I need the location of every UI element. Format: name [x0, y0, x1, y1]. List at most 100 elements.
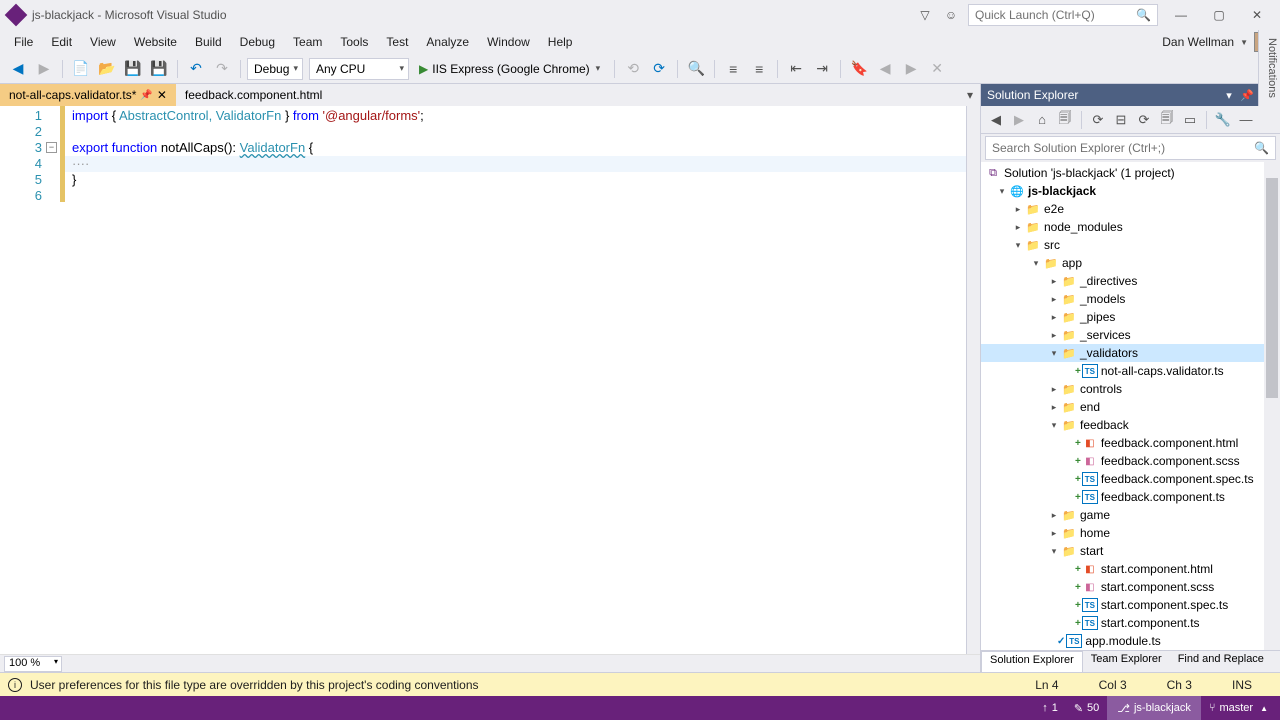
folder-directives[interactable]: ▸📁_directives — [981, 272, 1280, 290]
menu-tools[interactable]: Tools — [332, 32, 376, 52]
se-refresh-button[interactable]: ⟳ — [1087, 109, 1109, 131]
folder-e2e[interactable]: ▸📁e2e — [981, 200, 1280, 218]
folder-controls[interactable]: ▸📁controls — [981, 380, 1280, 398]
folder-feedback[interactable]: ▾📁feedback — [981, 416, 1280, 434]
se-forward-button[interactable]: ▶ — [1008, 109, 1030, 131]
refresh-button[interactable]: ⟳ — [647, 57, 671, 81]
panel-pin-button[interactable]: 📌 — [1238, 86, 1256, 104]
chevron-down-icon[interactable]: ▼ — [1240, 38, 1252, 47]
start-debug-button[interactable]: ▶ IIS Express (Google Chrome) — [411, 62, 608, 76]
outline-toggle-icon[interactable]: − — [46, 142, 57, 153]
folder-start[interactable]: ▾📁start — [981, 542, 1280, 560]
folder-end[interactable]: ▸📁end — [981, 398, 1280, 416]
menu-help[interactable]: Help — [540, 32, 581, 52]
expander-icon[interactable]: ▾ — [995, 186, 1009, 197]
file-feedback-ts[interactable]: +TSfeedback.component.ts — [981, 488, 1280, 506]
tab-find-replace[interactable]: Find and Replace — [1170, 651, 1272, 672]
tab-team-explorer[interactable]: Team Explorer — [1083, 651, 1170, 672]
se-show-all-button[interactable]: ⟳ — [1133, 109, 1155, 131]
user-name[interactable]: Dan Wellman — [1162, 35, 1238, 49]
tree-scrollbar[interactable] — [1264, 162, 1280, 650]
folder-pipes[interactable]: ▸📁_pipes — [981, 308, 1280, 326]
se-sync-button[interactable]: 🗐 — [1054, 109, 1076, 131]
panel-dropdown-button[interactable]: ▾ — [1220, 86, 1238, 104]
menu-debug[interactable]: Debug — [232, 32, 283, 52]
close-tab-icon[interactable]: ✕ — [157, 88, 167, 102]
save-all-button[interactable]: 💾 — [147, 57, 171, 81]
quick-launch-input[interactable]: Quick Launch (Ctrl+Q) 🔍 — [968, 4, 1158, 26]
indent-button[interactable]: ⇥ — [810, 57, 834, 81]
nav-forward-button[interactable]: ▶ — [32, 57, 56, 81]
tabs-overflow-button[interactable]: ▾ — [960, 84, 980, 106]
solution-explorer-search[interactable]: Search Solution Explorer (Ctrl+;) 🔍 — [985, 136, 1276, 160]
file-validator-ts[interactable]: +TSnot-all-caps.validator.ts — [981, 362, 1280, 380]
se-collapse-button[interactable]: ⊟ — [1110, 109, 1132, 131]
pin-icon[interactable]: 📌 — [140, 90, 152, 101]
code-area[interactable]: import { AbstractControl, ValidatorFn } … — [60, 106, 966, 654]
git-branch[interactable]: ⑂master▲ — [1201, 702, 1276, 714]
find-button[interactable]: 🔍 — [684, 57, 708, 81]
prev-bookmark-button[interactable]: ◀ — [873, 57, 897, 81]
new-project-button[interactable]: 📄 — [69, 57, 93, 81]
save-button[interactable]: 💾 — [121, 57, 145, 81]
editor-split-bar[interactable] — [966, 106, 980, 654]
menu-edit[interactable]: Edit — [43, 32, 80, 52]
se-copy-button[interactable]: 🗐 — [1156, 109, 1178, 131]
se-back-button[interactable]: ◀ — [985, 109, 1007, 131]
menu-view[interactable]: View — [82, 32, 124, 52]
minimize-button[interactable]: — — [1166, 4, 1196, 26]
next-bookmark-button[interactable]: ▶ — [899, 57, 923, 81]
menu-team[interactable]: Team — [285, 32, 330, 52]
solution-explorer-title-bar[interactable]: Solution Explorer ▾ 📌 ✕ — [981, 84, 1280, 106]
menu-file[interactable]: File — [6, 32, 41, 52]
file-feedback-html[interactable]: +◧feedback.component.html — [981, 434, 1280, 452]
folder-services[interactable]: ▸📁_services — [981, 326, 1280, 344]
solution-tree[interactable]: ⧉Solution 'js-blackjack' (1 project) ▾🌐j… — [981, 162, 1280, 650]
file-feedback-spec[interactable]: +TSfeedback.component.spec.ts — [981, 470, 1280, 488]
bookmark-button[interactable]: 🔖 — [847, 57, 871, 81]
menu-website[interactable]: Website — [126, 32, 185, 52]
file-app-module[interactable]: ✓TSapp.module.ts — [981, 632, 1280, 650]
zoom-dropdown[interactable]: 100 % — [4, 656, 62, 672]
menu-build[interactable]: Build — [187, 32, 230, 52]
tab-validator-ts[interactable]: not-all-caps.validator.ts* 📌 ✕ — [0, 84, 176, 106]
git-unpushed[interactable]: ↑1 — [1034, 702, 1066, 714]
folder-models[interactable]: ▸📁_models — [981, 290, 1280, 308]
menu-window[interactable]: Window — [479, 32, 538, 52]
se-properties-button[interactable]: 🔧 — [1212, 109, 1234, 131]
folder-app[interactable]: ▾📁app — [981, 254, 1280, 272]
maximize-button[interactable]: ▢ — [1204, 4, 1234, 26]
file-start-ts[interactable]: +TSstart.component.ts — [981, 614, 1280, 632]
project-node[interactable]: ▾🌐js-blackjack — [981, 182, 1280, 200]
nav-back-button[interactable]: ◀ — [6, 57, 30, 81]
git-repo[interactable]: ⎇js-blackjack — [1107, 696, 1201, 720]
tab-solution-explorer[interactable]: Solution Explorer — [981, 651, 1083, 672]
folder-game[interactable]: ▸📁game — [981, 506, 1280, 524]
redo-button[interactable]: ↷ — [210, 57, 234, 81]
close-button[interactable]: ✕ — [1242, 4, 1272, 26]
undo-button[interactable]: ↶ — [184, 57, 208, 81]
folder-validators[interactable]: ▾📁_validators — [981, 344, 1280, 362]
folder-src[interactable]: ▾📁src — [981, 236, 1280, 254]
se-view-button[interactable]: — — [1235, 109, 1257, 131]
tab-feedback-html[interactable]: feedback.component.html — [176, 84, 331, 106]
file-feedback-scss[interactable]: +◧feedback.component.scss — [981, 452, 1280, 470]
se-preview-button[interactable]: ▭ — [1179, 109, 1201, 131]
folder-home[interactable]: ▸📁home — [981, 524, 1280, 542]
feedback-icon[interactable]: ☺ — [942, 6, 960, 24]
browser-link-button[interactable]: ⟲ — [621, 57, 645, 81]
file-start-scss[interactable]: +◧start.component.scss — [981, 578, 1280, 596]
clear-bookmark-button[interactable]: ✕ — [925, 57, 949, 81]
platform-dropdown[interactable]: Any CPU — [309, 58, 409, 80]
file-start-html[interactable]: +◧start.component.html — [981, 560, 1280, 578]
uncomment-button[interactable]: ≡ — [747, 57, 771, 81]
folder-node-modules[interactable]: ▸📁node_modules — [981, 218, 1280, 236]
se-home-button[interactable]: ⌂ — [1031, 109, 1053, 131]
notifications-tab[interactable]: Notifications — [1258, 30, 1280, 106]
git-pending[interactable]: ✎50 — [1066, 702, 1107, 715]
file-start-spec[interactable]: +TSstart.component.spec.ts — [981, 596, 1280, 614]
menu-analyze[interactable]: Analyze — [418, 32, 477, 52]
filter-icon[interactable]: ▽ — [916, 6, 934, 24]
open-file-button[interactable]: 📂 — [95, 57, 119, 81]
expander-icon[interactable]: ▸ — [1011, 204, 1025, 215]
